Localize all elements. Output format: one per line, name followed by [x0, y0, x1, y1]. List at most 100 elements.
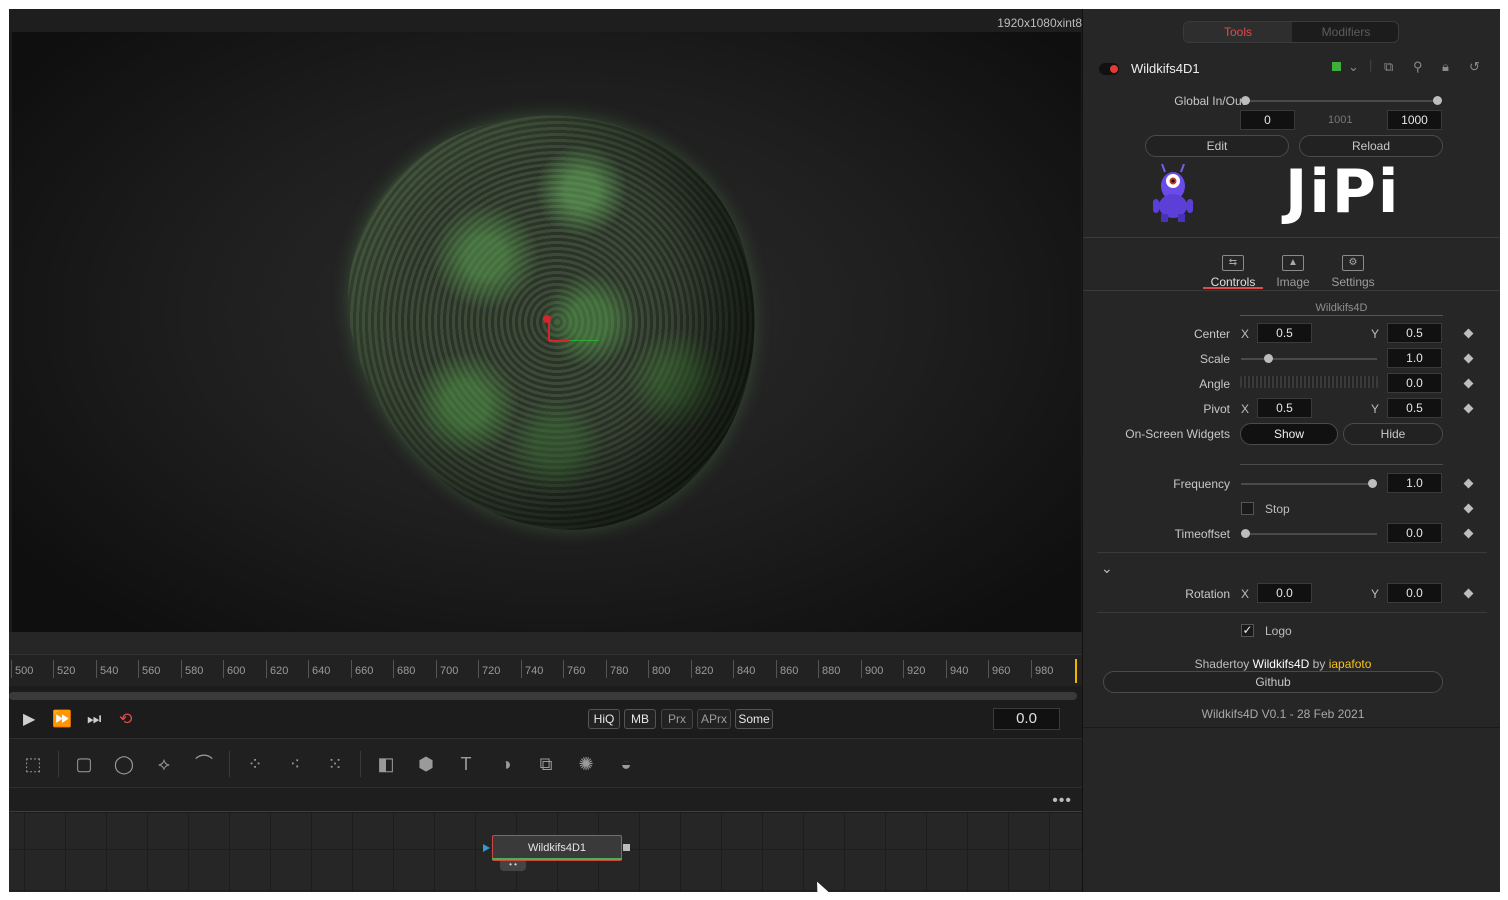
edit-button[interactable]: Edit — [1145, 135, 1289, 157]
pivot-x-field[interactable]: 0.5 — [1257, 398, 1312, 418]
credit-line: Shadertoy Wildkifs4D by iapafoto — [1093, 657, 1473, 671]
github-button[interactable]: Github — [1103, 671, 1443, 693]
transport-bar: ▶ ⏩ ⏭ ⟲ HiQ MB Prx APrx Some 0.0 — [9, 706, 1082, 738]
rotation-y-field[interactable]: 0.0 — [1387, 583, 1442, 603]
pivot-keyframe-icon[interactable] — [1463, 403, 1474, 414]
frequency-knob[interactable] — [1368, 479, 1377, 488]
global-in-field[interactable]: 0 — [1240, 110, 1295, 130]
section-divider — [1097, 552, 1487, 553]
bspline-mask-icon[interactable]: ⌒ — [191, 752, 217, 776]
center-keyframe-icon[interactable] — [1463, 328, 1474, 339]
stop-keyframe-icon[interactable] — [1463, 503, 1474, 514]
global-out-knob[interactable] — [1433, 96, 1442, 105]
credit-author-link[interactable]: iapafoto — [1329, 657, 1372, 671]
viewer-canvas[interactable] — [12, 32, 1081, 632]
angle-label: Angle — [1199, 377, 1230, 391]
show-widgets-button[interactable]: Show — [1240, 423, 1338, 445]
camera-3d-icon[interactable]: ◒ — [613, 752, 639, 776]
scale-knob[interactable] — [1264, 354, 1273, 363]
time-ruler[interactable]: 500 520 540 560 580 600 620 640 660 680 … — [9, 654, 1082, 686]
chevron-down-icon[interactable]: ⌄ — [1101, 560, 1113, 577]
fast-forward-icon[interactable]: ⏩ — [52, 712, 72, 728]
angle-field[interactable]: 0.0 — [1387, 373, 1442, 393]
rectangle-mask-icon[interactable]: ▢ — [71, 752, 97, 776]
particle-emitter-icon[interactable]: ⁘ — [242, 752, 268, 776]
tool-color-swatch[interactable] — [1332, 62, 1341, 71]
timeoffset-keyframe-icon[interactable] — [1463, 528, 1474, 539]
skip-to-end-icon[interactable]: ⏭ — [87, 712, 101, 728]
subtab-controls[interactable]: ⇆ Controls — [1203, 255, 1263, 289]
some-button[interactable]: Some — [735, 709, 773, 729]
ruler-tick: 880 — [818, 660, 840, 678]
ruler-tick: 600 — [223, 660, 245, 678]
angle-thumbwheel[interactable] — [1240, 376, 1378, 388]
center-widget-x-handle[interactable] — [549, 340, 569, 342]
frequency-field[interactable]: 1.0 — [1387, 473, 1442, 493]
particle-render-icon[interactable]: ⁖ — [282, 752, 308, 776]
node-input-icon[interactable] — [483, 844, 490, 852]
rotation-keyframe-icon[interactable] — [1463, 588, 1474, 599]
tool-enable-toggle[interactable] — [1099, 63, 1119, 75]
center-x-field[interactable]: 0.5 — [1257, 323, 1312, 343]
frequency-slider[interactable] — [1241, 483, 1377, 485]
global-inout-slider[interactable] — [1245, 100, 1437, 102]
lock-icon[interactable]: 🔒︎ — [1442, 59, 1449, 75]
ruler-tick: 900 — [861, 660, 883, 678]
tab-modifiers[interactable]: Modifiers — [1292, 22, 1398, 42]
stop-checkbox[interactable] — [1241, 502, 1254, 515]
center-x-letter: X — [1241, 327, 1250, 341]
background-tool-icon[interactable]: ⬚ — [20, 752, 46, 776]
ruler-tick: 940 — [946, 660, 968, 678]
loop-icon[interactable]: ⟲ — [119, 712, 132, 728]
global-out-field[interactable]: 1000 — [1387, 110, 1442, 130]
prx-button[interactable]: Prx — [661, 709, 693, 729]
angle-keyframe-icon[interactable] — [1463, 378, 1474, 389]
particle-merge-icon[interactable]: ⁙ — [322, 752, 348, 776]
center-widget-y-axis[interactable] — [548, 320, 550, 341]
current-time-field[interactable]: 0.0 — [993, 708, 1060, 730]
credit-work-link[interactable]: Wildkifs4D — [1253, 657, 1310, 671]
frequency-keyframe-icon[interactable] — [1463, 478, 1474, 489]
merge-3d-icon[interactable]: ◑ — [493, 752, 519, 776]
timeoffset-knob[interactable] — [1241, 529, 1250, 538]
play-icon[interactable]: ▶ — [23, 712, 35, 728]
pivot-y-field[interactable]: 0.5 — [1387, 398, 1442, 418]
spot-light-icon[interactable]: ✺ — [573, 752, 599, 776]
logo-checkbox[interactable]: ✓ — [1241, 624, 1254, 637]
reset-icon[interactable]: ↺ — [1469, 59, 1480, 75]
chevron-down-icon[interactable]: ⌄ — [1348, 59, 1359, 75]
pivot-x-letter: X — [1241, 402, 1250, 416]
hiq-button[interactable]: HiQ — [588, 709, 620, 729]
polygon-mask-icon[interactable]: ⟡ — [151, 752, 177, 776]
global-in-knob[interactable] — [1241, 96, 1250, 105]
scale-keyframe-icon[interactable] — [1463, 353, 1474, 364]
node-mask-input-icon[interactable]: • • — [500, 861, 526, 871]
tab-tools[interactable]: Tools — [1184, 22, 1292, 42]
view-icon[interactable]: ⧉ — [1384, 59, 1393, 75]
timeoffset-slider[interactable] — [1241, 533, 1377, 535]
scale-slider[interactable] — [1241, 358, 1377, 360]
mb-button[interactable]: MB — [624, 709, 656, 729]
renderer-3d-icon[interactable]: ⧉ — [533, 752, 559, 776]
aprx-button[interactable]: APrx — [697, 709, 731, 729]
timeoffset-field[interactable]: 0.0 — [1387, 523, 1442, 543]
center-widget-handle[interactable] — [543, 315, 551, 323]
timeoffset-label: Timeoffset — [1174, 527, 1230, 541]
ellipse-mask-icon[interactable]: ◯ — [111, 752, 137, 776]
subtab-settings[interactable]: ⚙ Settings — [1323, 255, 1383, 289]
reload-button[interactable]: Reload — [1299, 135, 1443, 157]
image-plane-3d-icon[interactable]: ◧ — [373, 752, 399, 776]
shape-3d-icon[interactable]: ⬢ — [413, 752, 439, 776]
playhead[interactable] — [1075, 659, 1077, 683]
time-scrollbar[interactable] — [9, 692, 1077, 700]
scale-field[interactable]: 1.0 — [1387, 348, 1442, 368]
subtab-image[interactable]: ▲ Image — [1263, 255, 1323, 289]
node-output-icon[interactable] — [623, 844, 630, 851]
node-editor-canvas[interactable]: Wildkifs4D1 • • — [9, 813, 1082, 892]
text-3d-icon[interactable]: T — [453, 752, 479, 776]
center-y-field[interactable]: 0.5 — [1387, 323, 1442, 343]
rotation-x-field[interactable]: 0.0 — [1257, 583, 1312, 603]
hide-widgets-button[interactable]: Hide — [1343, 423, 1443, 445]
pin-icon[interactable]: ⚲ — [1413, 59, 1423, 75]
more-options-icon[interactable]: ••• — [1052, 792, 1072, 810]
